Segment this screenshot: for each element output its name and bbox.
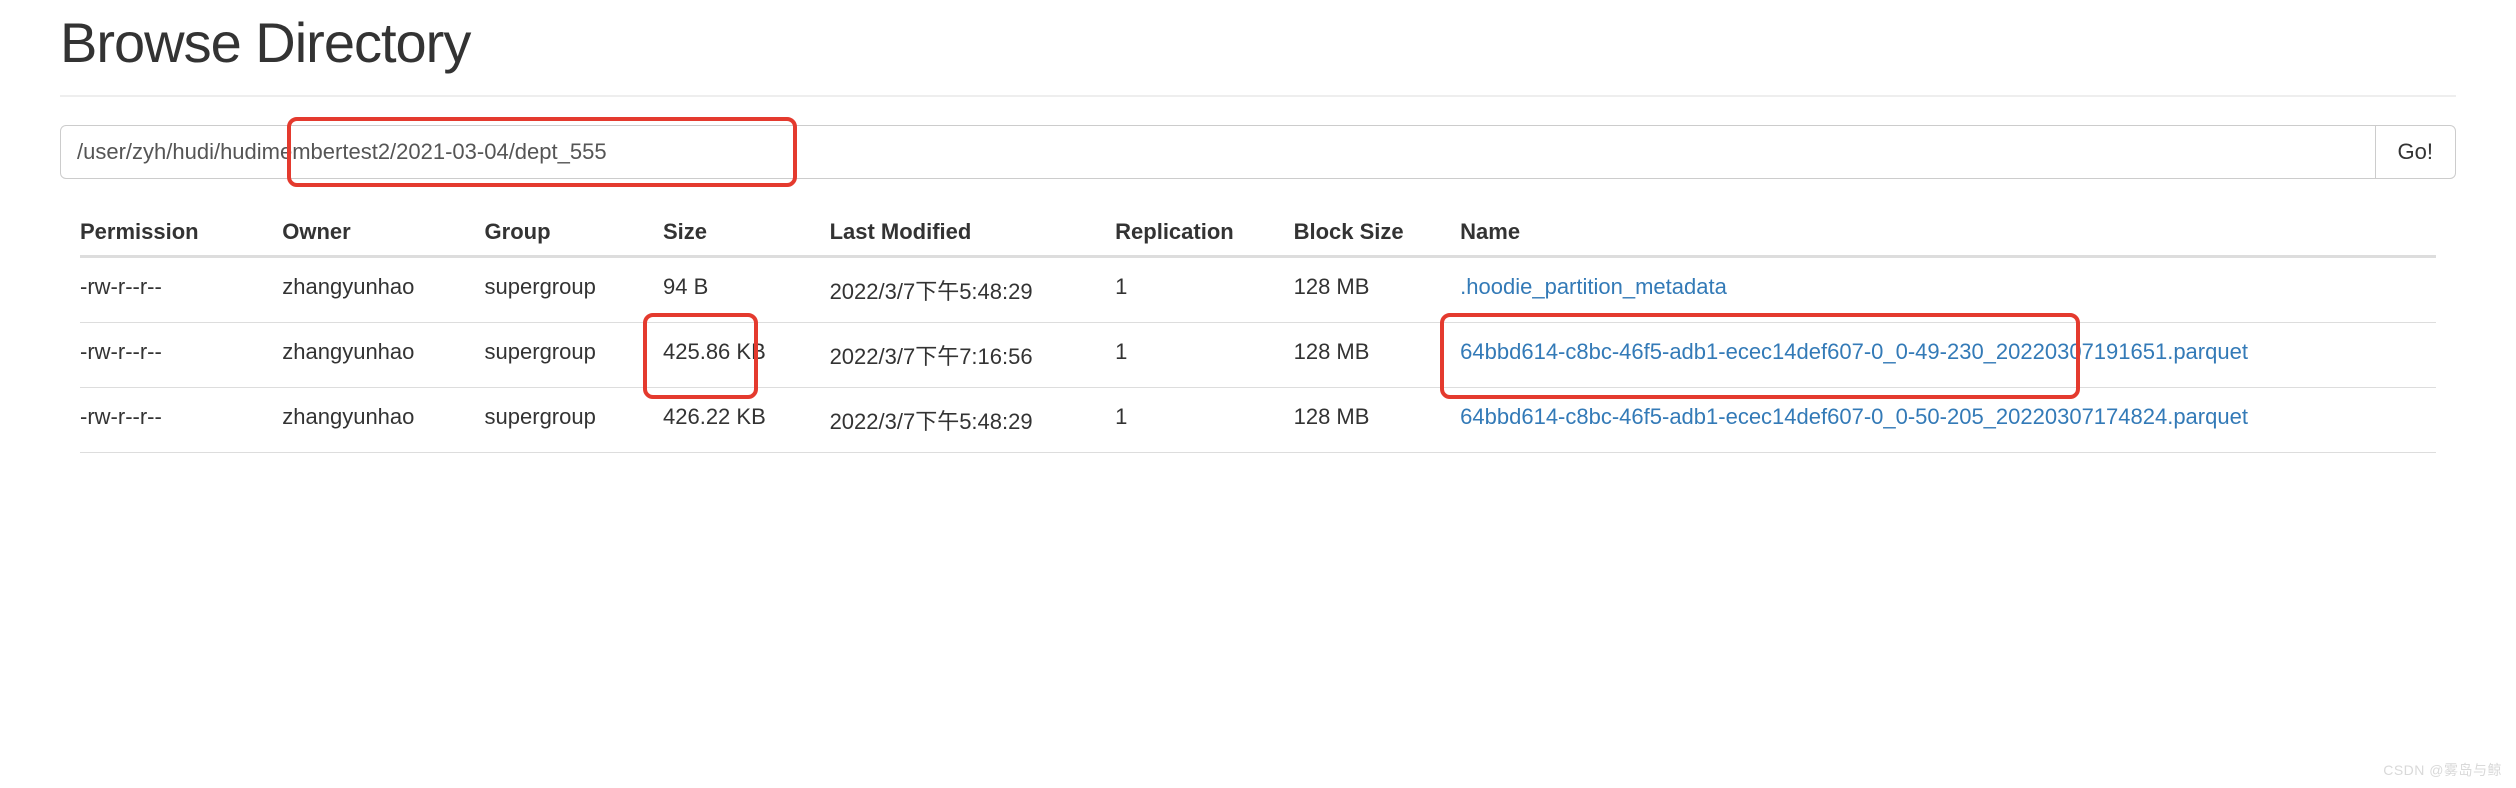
cell-last-modified: 2022/3/7下午5:48:29 bbox=[830, 388, 1116, 453]
header-permission: Permission bbox=[80, 209, 282, 257]
path-input[interactable] bbox=[60, 125, 2376, 179]
cell-permission: -rw-r--r-- bbox=[80, 257, 282, 323]
cell-replication: 1 bbox=[1115, 388, 1293, 453]
go-button[interactable]: Go! bbox=[2376, 125, 2456, 179]
file-link[interactable]: 64bbd614-c8bc-46f5-adb1-ecec14def607-0_0… bbox=[1460, 404, 2248, 429]
divider bbox=[60, 95, 2456, 97]
cell-size: 426.22 KB bbox=[663, 388, 830, 453]
cell-block-size: 128 MB bbox=[1294, 257, 1461, 323]
file-link[interactable]: 64bbd614-c8bc-46f5-adb1-ecec14def607-0_0… bbox=[1460, 339, 2248, 364]
file-link[interactable]: .hoodie_partition_metadata bbox=[1460, 274, 1727, 299]
cell-owner: zhangyunhao bbox=[282, 388, 484, 453]
cell-size-value: 425.86 KB bbox=[663, 339, 766, 364]
cell-block-size: 128 MB bbox=[1294, 388, 1461, 453]
directory-table-wrap: Permission Owner Group Size Last Modifie… bbox=[60, 209, 2456, 453]
table-row: -rw-r--r-- zhangyunhao supergroup 94 B 2… bbox=[80, 257, 2436, 323]
cell-owner: zhangyunhao bbox=[282, 323, 484, 388]
cell-group: supergroup bbox=[485, 388, 663, 453]
cell-name: 64bbd614-c8bc-46f5-adb1-ecec14def607-0_0… bbox=[1460, 388, 2436, 453]
table-row: -rw-r--r-- zhangyunhao supergroup 425.86… bbox=[80, 323, 2436, 388]
header-name: Name bbox=[1460, 209, 2436, 257]
cell-group: supergroup bbox=[485, 323, 663, 388]
header-group: Group bbox=[485, 209, 663, 257]
cell-permission: -rw-r--r-- bbox=[80, 388, 282, 453]
cell-last-modified: 2022/3/7下午7:16:56 bbox=[830, 323, 1116, 388]
cell-block-size: 128 MB bbox=[1294, 323, 1461, 388]
cell-replication: 1 bbox=[1115, 257, 1293, 323]
cell-name: .hoodie_partition_metadata bbox=[1460, 257, 2436, 323]
page-title: Browse Directory bbox=[60, 10, 2456, 75]
directory-table: Permission Owner Group Size Last Modifie… bbox=[80, 209, 2436, 453]
table-header-row: Permission Owner Group Size Last Modifie… bbox=[80, 209, 2436, 257]
cell-permission: -rw-r--r-- bbox=[80, 323, 282, 388]
cell-group: supergroup bbox=[485, 257, 663, 323]
cell-owner: zhangyunhao bbox=[282, 257, 484, 323]
cell-replication: 1 bbox=[1115, 323, 1293, 388]
header-replication: Replication bbox=[1115, 209, 1293, 257]
cell-name: 64bbd614-c8bc-46f5-adb1-ecec14def607-0_0… bbox=[1460, 323, 2436, 388]
path-row: Go! bbox=[60, 125, 2456, 179]
cell-size: 94 B bbox=[663, 257, 830, 323]
table-row: -rw-r--r-- zhangyunhao supergroup 426.22… bbox=[80, 388, 2436, 453]
watermark: CSDN @雾岛与鲸 bbox=[2383, 760, 2502, 780]
header-block-size: Block Size bbox=[1294, 209, 1461, 257]
cell-last-modified: 2022/3/7下午5:48:29 bbox=[830, 257, 1116, 323]
header-size: Size bbox=[663, 209, 830, 257]
header-owner: Owner bbox=[282, 209, 484, 257]
header-last-modified: Last Modified bbox=[830, 209, 1116, 257]
cell-size: 425.86 KB bbox=[663, 323, 830, 388]
